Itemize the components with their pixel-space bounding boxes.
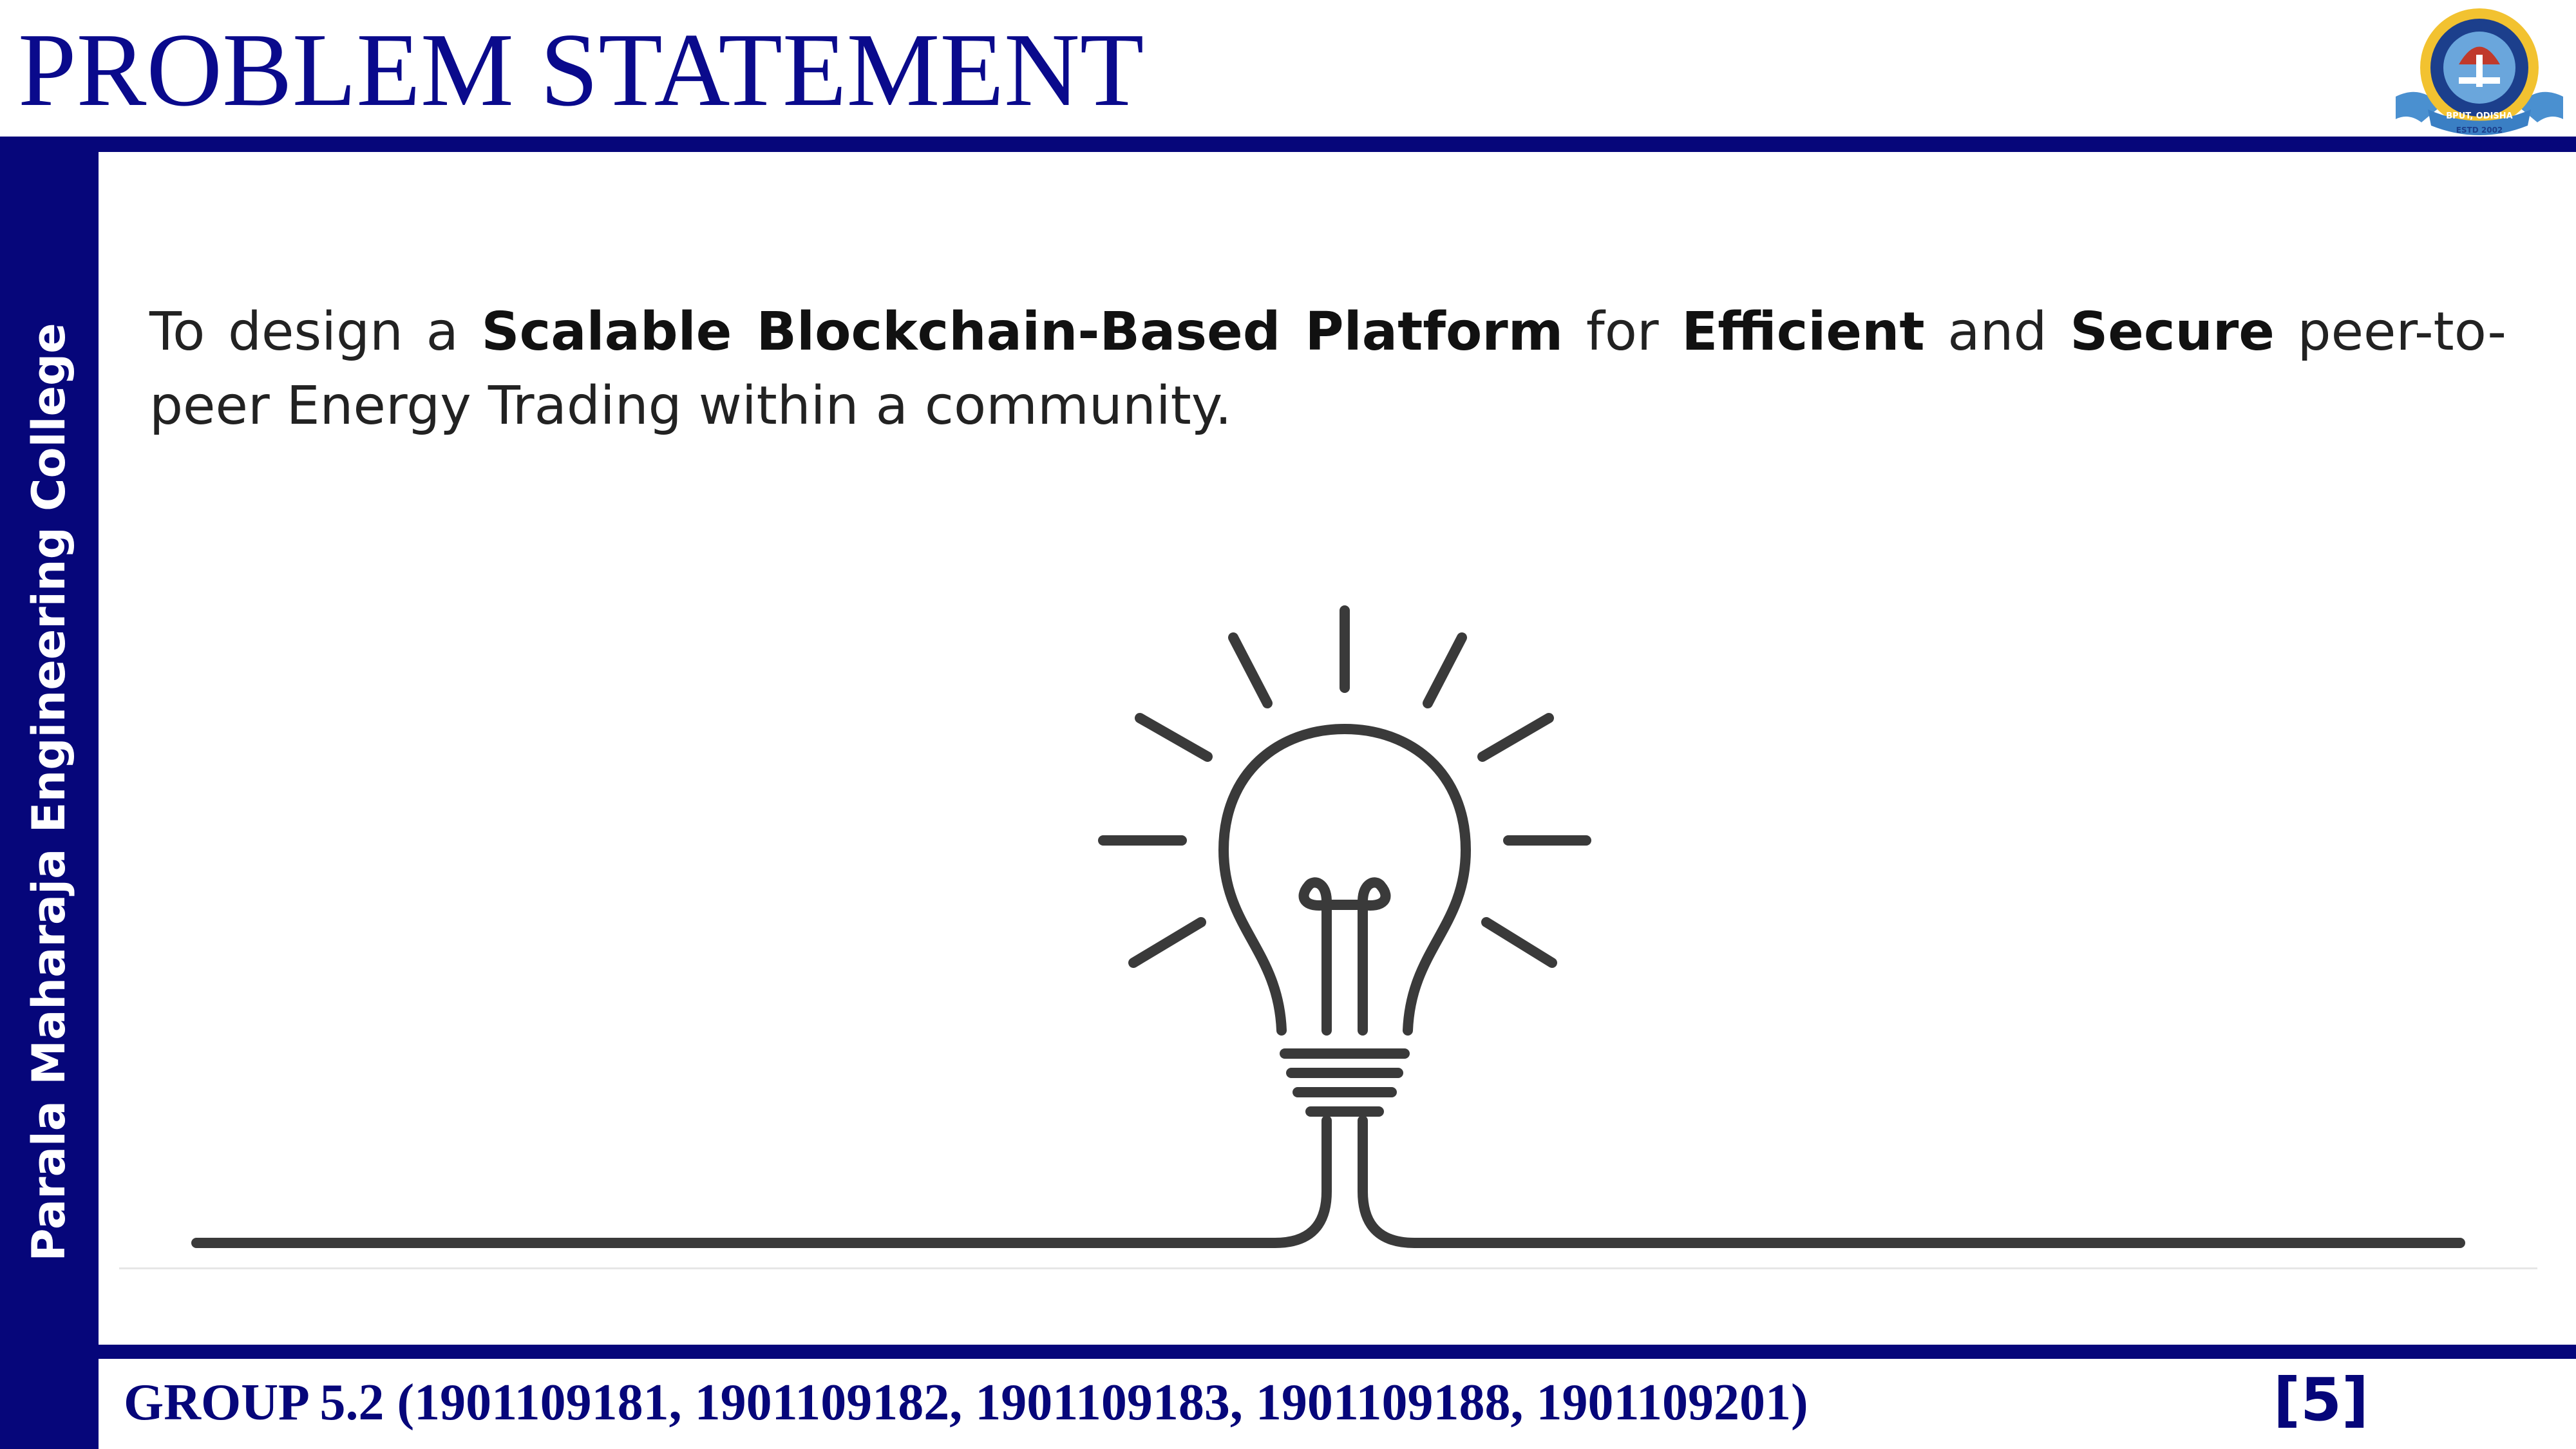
content-divider xyxy=(119,1267,2537,1269)
footer-group-info: GROUP 5.2 (1901109181, 1901109182, 19011… xyxy=(124,1374,1808,1431)
slide: PROBLEM STATEMENT BPUT, ODISHA ESTD 2002… xyxy=(0,0,2576,1449)
lightbulb-icon xyxy=(191,605,2465,1248)
page-number: [5] xyxy=(2273,1365,2369,1434)
footer-bar xyxy=(0,1345,2576,1359)
